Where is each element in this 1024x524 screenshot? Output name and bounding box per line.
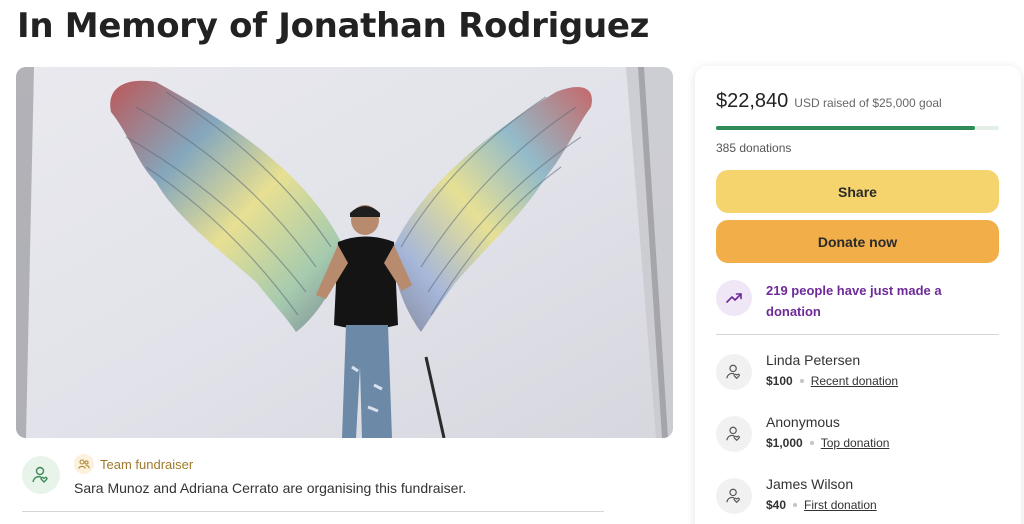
donor-name: James Wilson — [766, 476, 854, 492]
donor-amount: $100 — [766, 374, 793, 388]
team-fundraiser-badge: Team fundraiser — [74, 452, 193, 476]
amount-raised: $22,840 USD raised of $25,000 goal — [716, 90, 942, 113]
page-title: In Memory of Jonathan Rodriguez — [17, 6, 650, 46]
fundraiser-hero-image[interactable] — [16, 67, 673, 438]
donations-count: 385 donations — [716, 141, 792, 155]
team-icon — [74, 454, 94, 474]
donor-name: Linda Petersen — [766, 352, 861, 368]
donor-meta: $1,000 Top donation — [766, 436, 889, 450]
donor-heart-icon — [716, 416, 752, 452]
donor-item: Anonymous $1,000 Top donation — [716, 414, 999, 460]
donor-tag-link[interactable]: Top donation — [821, 436, 890, 450]
organiser-section: Team fundraiser Sara Munoz and Adriana C… — [22, 452, 602, 512]
recent-activity-text: 219 people have just made a donation — [766, 283, 942, 319]
donor-heart-icon — [716, 478, 752, 514]
donate-now-button[interactable]: Donate now — [716, 220, 999, 263]
team-fundraiser-label: Team fundraiser — [100, 456, 194, 472]
separator-dot — [809, 441, 814, 445]
donor-meta: $100 Recent donation — [766, 374, 898, 388]
donor-amount: $40 — [766, 498, 787, 512]
separator-dot — [793, 503, 798, 507]
donor-tag-link[interactable]: Recent donation — [811, 374, 898, 388]
share-button[interactable]: Share — [716, 170, 999, 213]
recent-activity: 219 people have just made a donation — [716, 278, 999, 324]
donor-meta: $40 First donation — [766, 498, 877, 512]
donor-item: James Wilson $40 First donation — [716, 476, 999, 522]
separator-dot — [799, 379, 804, 383]
trending-up-icon — [716, 280, 752, 316]
donor-item: Linda Petersen $100 Recent donation — [716, 352, 999, 398]
goal-text: USD raised of $25,000 goal — [794, 96, 942, 110]
organiser-description: Sara Munoz and Adriana Cerrato are organ… — [74, 480, 467, 496]
angel-wings-photo — [16, 67, 673, 438]
donation-card: $22,840 USD raised of $25,000 goal 385 d… — [695, 66, 1021, 524]
user-heart-icon — [22, 456, 60, 494]
raised-amount: $22,840 — [716, 90, 789, 112]
donor-heart-icon — [716, 354, 752, 390]
divider — [22, 511, 604, 512]
donor-tag-link[interactable]: First donation — [804, 498, 877, 512]
donor-amount: $1,000 — [766, 436, 803, 450]
progress-bar — [716, 126, 999, 130]
donor-name: Anonymous — [766, 414, 840, 430]
divider — [716, 334, 999, 335]
progress-fill — [716, 126, 975, 130]
